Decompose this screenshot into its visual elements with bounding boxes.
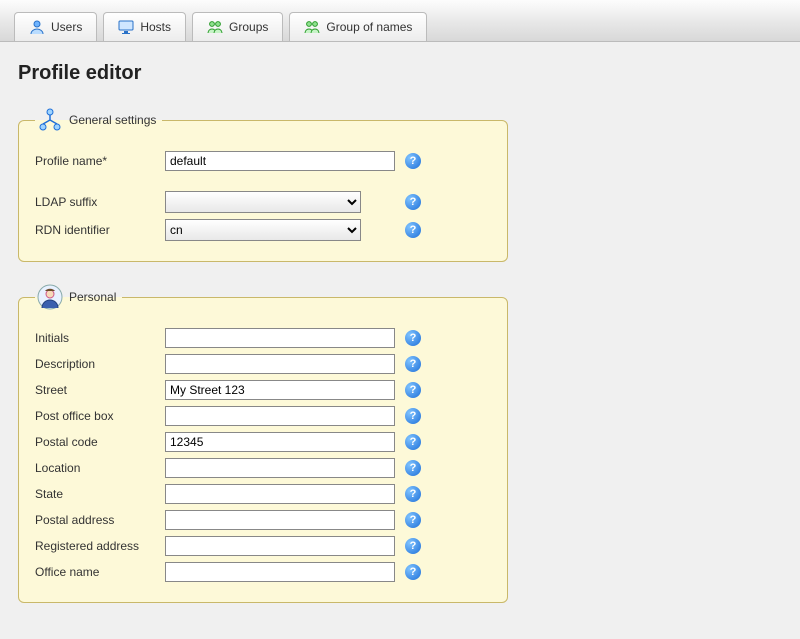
registered-address-label: Registered address bbox=[35, 539, 165, 553]
help-icon[interactable]: ? bbox=[405, 153, 421, 169]
tree-icon bbox=[37, 107, 63, 133]
help-icon[interactable]: ? bbox=[405, 408, 421, 424]
user-icon bbox=[29, 19, 45, 35]
ldap-suffix-label: LDAP suffix bbox=[35, 195, 165, 209]
monitor-icon bbox=[118, 19, 134, 35]
help-icon[interactable]: ? bbox=[405, 222, 421, 238]
help-icon[interactable]: ? bbox=[405, 486, 421, 502]
general-settings-box: General settings Profile name* ? LDAP su… bbox=[18, 107, 508, 262]
rdn-label: RDN identifier bbox=[35, 223, 165, 237]
row-registered-address: Registered address? bbox=[35, 536, 491, 556]
help-icon[interactable]: ? bbox=[405, 330, 421, 346]
registered-address-input[interactable] bbox=[165, 536, 395, 556]
tab-users[interactable]: Users bbox=[14, 12, 97, 41]
initials-input[interactable] bbox=[165, 328, 395, 348]
office-name-input[interactable] bbox=[165, 562, 395, 582]
postal-address-label: Postal address bbox=[35, 513, 165, 527]
help-icon[interactable]: ? bbox=[405, 194, 421, 210]
office-name-label: Office name bbox=[35, 565, 165, 579]
row-state: State? bbox=[35, 484, 491, 504]
tab-group-of-names[interactable]: Group of names bbox=[289, 12, 427, 41]
help-icon[interactable]: ? bbox=[405, 382, 421, 398]
page-title: Profile editor bbox=[18, 62, 782, 85]
tab-label: Users bbox=[51, 20, 82, 34]
tab-label: Group of names bbox=[326, 20, 412, 34]
legend-label: Personal bbox=[69, 290, 116, 304]
postal-code-input[interactable] bbox=[165, 432, 395, 452]
tab-label: Hosts bbox=[140, 20, 171, 34]
help-icon[interactable]: ? bbox=[405, 512, 421, 528]
person-icon bbox=[37, 284, 63, 310]
legend-label: General settings bbox=[69, 113, 156, 127]
description-label: Description bbox=[35, 357, 165, 371]
state-label: State bbox=[35, 487, 165, 501]
row-initials: Initials? bbox=[35, 328, 491, 348]
personal-box: Personal Initials?Description?Street?Pos… bbox=[18, 284, 508, 603]
location-label: Location bbox=[35, 461, 165, 475]
row-post-office-box: Post office box? bbox=[35, 406, 491, 426]
row-postal-code: Postal code? bbox=[35, 432, 491, 452]
row-office-name: Office name? bbox=[35, 562, 491, 582]
tab-hosts[interactable]: Hosts bbox=[103, 12, 186, 41]
street-label: Street bbox=[35, 383, 165, 397]
tab-label: Groups bbox=[229, 20, 268, 34]
tab-bar: Users Hosts Groups Group of names bbox=[0, 0, 800, 42]
general-settings-legend: General settings bbox=[35, 107, 162, 133]
personal-legend: Personal bbox=[35, 284, 122, 310]
post-office-box-label: Post office box bbox=[35, 409, 165, 423]
profile-name-label: Profile name* bbox=[35, 154, 165, 168]
row-description: Description? bbox=[35, 354, 491, 374]
rdn-select[interactable]: cn bbox=[165, 219, 361, 241]
post-office-box-input[interactable] bbox=[165, 406, 395, 426]
street-input[interactable] bbox=[165, 380, 395, 400]
row-ldap-suffix: LDAP suffix ? bbox=[35, 191, 491, 213]
postal-code-label: Postal code bbox=[35, 435, 165, 449]
state-input[interactable] bbox=[165, 484, 395, 504]
help-icon[interactable]: ? bbox=[405, 538, 421, 554]
row-street: Street? bbox=[35, 380, 491, 400]
row-profile-name: Profile name* ? bbox=[35, 151, 491, 171]
row-rdn-identifier: RDN identifier cn ? bbox=[35, 219, 491, 241]
help-icon[interactable]: ? bbox=[405, 434, 421, 450]
group-names-icon bbox=[304, 19, 320, 35]
help-icon[interactable]: ? bbox=[405, 356, 421, 372]
profile-name-input[interactable] bbox=[165, 151, 395, 171]
tab-groups[interactable]: Groups bbox=[192, 12, 283, 41]
row-location: Location? bbox=[35, 458, 491, 478]
ldap-suffix-select[interactable] bbox=[165, 191, 361, 213]
group-icon bbox=[207, 19, 223, 35]
postal-address-input[interactable] bbox=[165, 510, 395, 530]
help-icon[interactable]: ? bbox=[405, 460, 421, 476]
help-icon[interactable]: ? bbox=[405, 564, 421, 580]
initials-label: Initials bbox=[35, 331, 165, 345]
row-postal-address: Postal address? bbox=[35, 510, 491, 530]
description-input[interactable] bbox=[165, 354, 395, 374]
location-input[interactable] bbox=[165, 458, 395, 478]
